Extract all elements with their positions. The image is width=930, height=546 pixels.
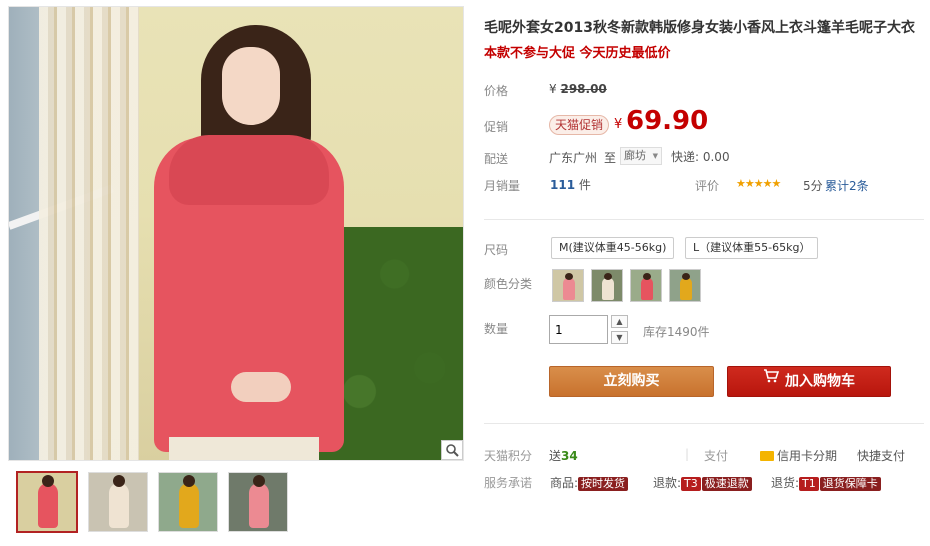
thumbnail-figure [179,483,199,528]
swatch-head [643,273,651,280]
color-swatch-pink[interactable] [552,269,584,302]
color-swatch-cream[interactable] [591,269,623,302]
shipping-label: 配送 [484,152,509,166]
promise-goods: 商品: 按时发货 [550,474,629,491]
destination-select[interactable]: 廊坊 ▼ [620,147,662,165]
thumbnail-head [113,475,125,487]
size-option-l[interactable]: L（建议体重55-65kg） [685,237,819,259]
thumbnail-figure [109,483,129,528]
quick-pay-link[interactable]: 快捷支付 [857,447,905,464]
monthly-sales-count: 111 [550,178,576,192]
original-price-value: 298.00 [560,82,607,96]
promise-return: 退货: T1 退货保障卡 [771,474,881,491]
refund-code-badge: T3 [681,477,701,491]
rating-label: 评价 [695,179,720,193]
magnifier-icon[interactable] [441,440,463,460]
buy-now-button[interactable]: 立刻购买 [549,366,714,397]
thumbnail-pink-2[interactable] [228,472,288,532]
payment-label: 支付 [704,449,729,463]
thumbnail-figure [38,483,58,528]
destination-city: 廊坊 [624,149,646,162]
thumbnail-head [253,475,265,487]
shipping-to-word: 至 [604,151,617,165]
promo-price-label: 促销 [484,120,509,134]
color-swatch-yellow[interactable] [669,269,701,302]
chevron-down-icon: ▼ [652,152,658,160]
thumbnail-head [183,475,195,487]
fast-refund-tag[interactable]: 极速退款 [701,477,752,491]
promo-currency-symbol: ¥ [614,117,623,132]
shipping-fee: 快递: 0.00 [671,150,730,164]
thumbnail-pink[interactable] [16,471,78,533]
quantity-label: 数量 [484,322,509,336]
cart-icon [763,365,780,394]
promise-refund: 退款: T3 极速退款 [653,474,752,491]
thumbnail-head [42,475,54,487]
footer-divider: | [685,447,690,461]
swatch-figure [563,278,575,300]
monthly-sales: 111 件 [550,176,591,193]
add-to-cart-label: 加入购物车 [785,373,855,390]
swatch-figure [602,278,614,300]
product-main-image[interactable] [8,6,464,461]
tmall-points-label: 天猫积分 [484,449,533,463]
swatch-head [682,273,690,280]
quantity-decrease-button[interactable]: ▼ [611,331,628,344]
rating-score: 5分 [803,179,823,193]
add-to-cart-button[interactable]: 加入购物车 [727,366,891,397]
return-code-badge: T1 [799,477,819,491]
image-model-collar [169,135,329,205]
product-title: 毛呢外套女2013秋冬新款韩版修身女装小香风上衣斗篷羊毛呢子大衣 [484,20,915,36]
quantity-increase-button[interactable]: ▲ [611,315,628,328]
stock-count: 库存1490件 [643,325,710,339]
rating-total-link[interactable]: 累计2条 [825,177,869,194]
shipping-from: 广东广州 [549,151,598,165]
promo-headline: 本款不参与大促 今天历史最低价 [484,46,671,61]
image-model-skirt [169,437,319,460]
swatch-head [604,273,612,280]
monthly-sales-unit: 件 [578,178,591,192]
color-swatch-red[interactable] [630,269,662,302]
installment-link[interactable]: 信用卡分期 [760,447,837,464]
promo-price-value: 69.90 [626,106,709,136]
thumbnail-strip [16,471,288,533]
monthly-sales-label: 月销量 [484,179,521,193]
swatch-head [565,273,573,280]
rating-stars: ★★★★★ [736,177,781,190]
service-promise-label: 服务承诺 [484,476,533,490]
swatch-figure [680,278,692,300]
color-label: 颜色分类 [484,277,533,291]
quantity-input[interactable] [549,315,608,344]
price-label: 价格 [484,84,509,98]
image-model-hands [231,372,291,402]
divider [484,423,924,424]
return-guarantee-tag[interactable]: 退货保障卡 [819,477,881,491]
image-model-face [222,47,280,125]
tmall-points: 送34 [549,447,578,464]
thumbnail-yellow[interactable] [158,472,218,532]
currency-symbol: ¥ [549,82,557,96]
size-label: 尺码 [484,243,509,257]
points-prefix: 送 [549,449,562,463]
points-value: 34 [561,449,578,463]
thumbnail-figure [249,483,269,528]
thumbnail-cream[interactable] [88,472,148,532]
tmall-promo-badge: 天猫促销 [549,115,610,135]
installment-label: 信用卡分期 [777,449,838,463]
divider [484,219,924,220]
size-option-m[interactable]: M(建议体重45-56kg) [551,237,675,259]
original-price: ¥ 298.00 [549,82,607,96]
credit-card-icon [760,450,774,461]
swatch-figure [641,278,653,300]
return-label: 退货: [771,476,800,490]
on-time-delivery-tag[interactable]: 按时发货 [578,477,629,491]
goods-label: 商品: [550,476,579,490]
refund-label: 退款: [653,476,682,490]
image-curtain [39,7,139,460]
